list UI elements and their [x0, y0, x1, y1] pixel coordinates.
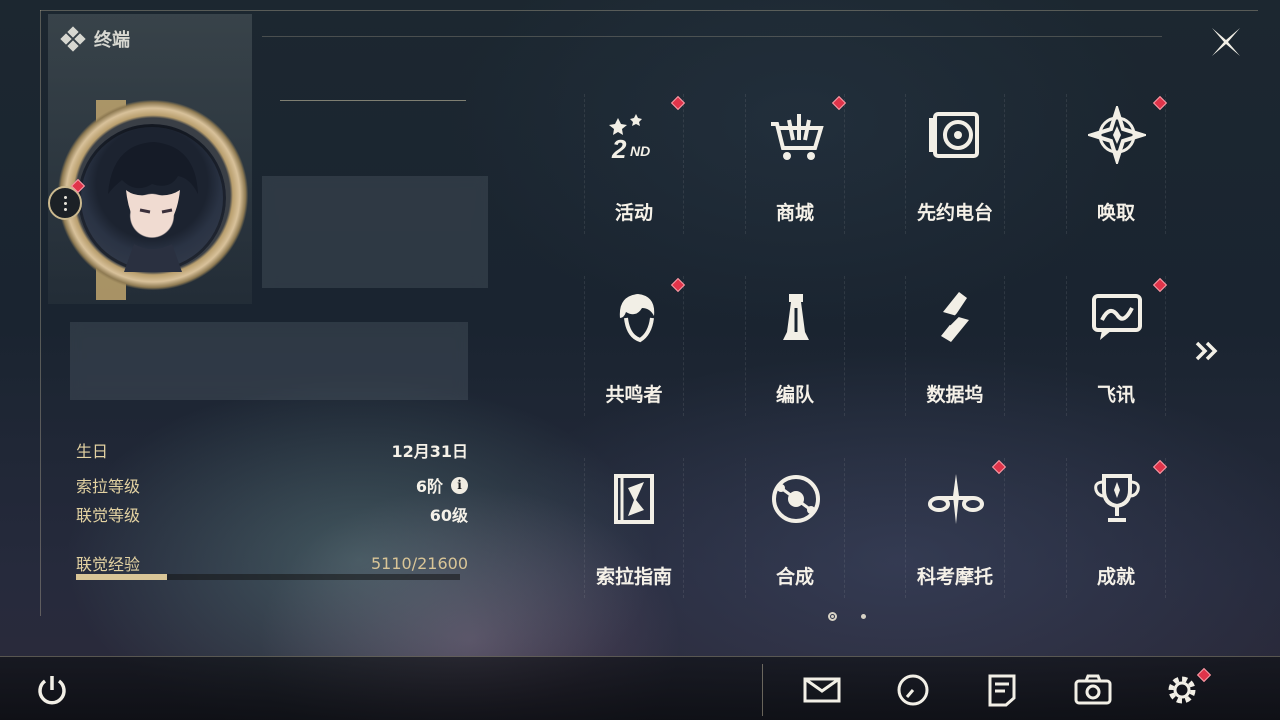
- notification-badge: [1152, 459, 1168, 475]
- menu-item-synthesis[interactable]: 合成: [745, 458, 845, 598]
- name-divider-line: [280, 100, 466, 101]
- menu-item-team[interactable]: 编队: [745, 276, 845, 416]
- menu-grid: 2 ND 活动 商城 先约电台 唤取 共鸣者 编队 数据坞 飞讯 索拉指南 合成…: [584, 94, 1168, 604]
- union-level-label: 联觉等级: [76, 506, 141, 525]
- sola-level-value: 6阶: [415, 477, 443, 496]
- settings-gear-icon: [1168, 676, 1196, 704]
- bottom-bar-divider: [0, 656, 1280, 657]
- top-frame-line: [40, 10, 1258, 11]
- notification-badge: [1152, 277, 1168, 293]
- union-exp-label: 联觉经验: [76, 555, 141, 574]
- menu-item-data-dock[interactable]: 数据坞: [905, 276, 1005, 416]
- birthday-label: 生日: [76, 442, 109, 461]
- chat-message-icon: [1092, 294, 1142, 340]
- notification-badge: [1152, 95, 1168, 111]
- page-dot-2[interactable]: [861, 614, 866, 619]
- menu-item-resonators[interactable]: 共鸣者: [584, 276, 686, 416]
- notification-badge: [831, 95, 847, 111]
- bottom-separator: [762, 664, 763, 716]
- union-exp-value: 5110/21600: [370, 553, 468, 573]
- notes-button[interactable]: [982, 670, 1022, 710]
- convene-star-icon: [1088, 106, 1146, 164]
- clock-button[interactable]: [893, 670, 933, 710]
- menu-label: 数据坞: [926, 384, 984, 406]
- 2nd-anniversary-icon: 2 ND: [609, 114, 650, 164]
- sola-level-label: 索拉等级: [76, 477, 141, 496]
- notification-badge: [991, 459, 1007, 475]
- page-dot-1[interactable]: [828, 612, 837, 621]
- menu-label: 活动: [614, 202, 653, 224]
- svg-text:ND: ND: [630, 143, 650, 159]
- player-name-blurred: [262, 176, 488, 288]
- data-dock-icon: [941, 292, 969, 342]
- union-exp-row: 联觉经验 5110/21600: [76, 551, 468, 575]
- menu-label: 先约电台: [916, 202, 993, 224]
- menu-item-motorbike[interactable]: 科考摩托: [905, 458, 1007, 598]
- header-line: [262, 36, 1162, 37]
- camera-button[interactable]: [1073, 670, 1113, 710]
- close-x-icon: [1212, 28, 1240, 56]
- signature-blurred: [70, 322, 468, 400]
- menu-item-shop[interactable]: 商城: [745, 94, 847, 234]
- double-chevron-right-icon: [1195, 341, 1218, 361]
- mail-button[interactable]: [802, 670, 842, 710]
- menu-item-convene[interactable]: 唤取: [1066, 94, 1168, 234]
- menu-item-activity[interactable]: 2 ND 活动: [584, 94, 686, 234]
- menu-item-guidebook[interactable]: 索拉指南: [584, 458, 684, 598]
- radio-record-icon: [929, 112, 979, 158]
- birthday-row: 生日 12月31日: [76, 438, 468, 462]
- menu-label: 共鸣者: [605, 384, 663, 406]
- menu-item-radio[interactable]: 先约电台: [905, 94, 1005, 234]
- close-button[interactable]: [1208, 24, 1244, 60]
- page-indicator: [828, 612, 866, 621]
- info-icon[interactable]: i: [451, 476, 468, 494]
- menu-label: 唤取: [1096, 202, 1135, 224]
- union-exp-progress-fill: [76, 574, 167, 580]
- avatar[interactable]: [78, 124, 226, 272]
- power-button[interactable]: [32, 670, 72, 710]
- menu-label: 索拉指南: [595, 566, 672, 588]
- menu-label: 商城: [775, 202, 814, 224]
- menu-label: 飞讯: [1096, 384, 1135, 406]
- shop-cart-icon: [771, 114, 824, 160]
- left-frame-line: [40, 10, 41, 616]
- notification-badge: [670, 95, 686, 111]
- notes-icon: [988, 674, 1016, 707]
- union-level-value: 60级: [429, 506, 468, 525]
- team-chess-icon: [783, 294, 809, 340]
- mail-icon: [803, 677, 841, 703]
- power-icon: [38, 676, 66, 705]
- birthday-value: 12月31日: [391, 442, 468, 461]
- menu-label: 科考摩托: [916, 566, 993, 588]
- camera-icon: [1074, 674, 1112, 705]
- menu-label: 编队: [775, 384, 814, 406]
- union-level-row: 联觉等级 60级: [76, 502, 468, 526]
- menu-label: 合成: [775, 566, 814, 588]
- motorbike-icon: [928, 474, 984, 524]
- settings-button[interactable]: [1162, 670, 1202, 710]
- menu-item-messages[interactable]: 飞讯: [1066, 276, 1168, 416]
- guide-book-icon: [614, 474, 654, 524]
- resonator-portrait-icon: [619, 294, 655, 343]
- menu-item-achievements[interactable]: 成就: [1066, 458, 1168, 598]
- sola-level-row: 索拉等级 6阶 i: [76, 473, 468, 497]
- svg-text:2: 2: [611, 134, 627, 164]
- trophy-icon: [1094, 474, 1140, 522]
- clock-icon: [897, 674, 929, 706]
- menu-label: 成就: [1096, 566, 1135, 588]
- next-page-button[interactable]: [1194, 338, 1220, 364]
- union-exp-progress: [76, 574, 460, 580]
- avatar-portrait-icon: [108, 142, 198, 272]
- synthesis-orbit-icon: [772, 475, 820, 523]
- notification-badge: [670, 277, 686, 293]
